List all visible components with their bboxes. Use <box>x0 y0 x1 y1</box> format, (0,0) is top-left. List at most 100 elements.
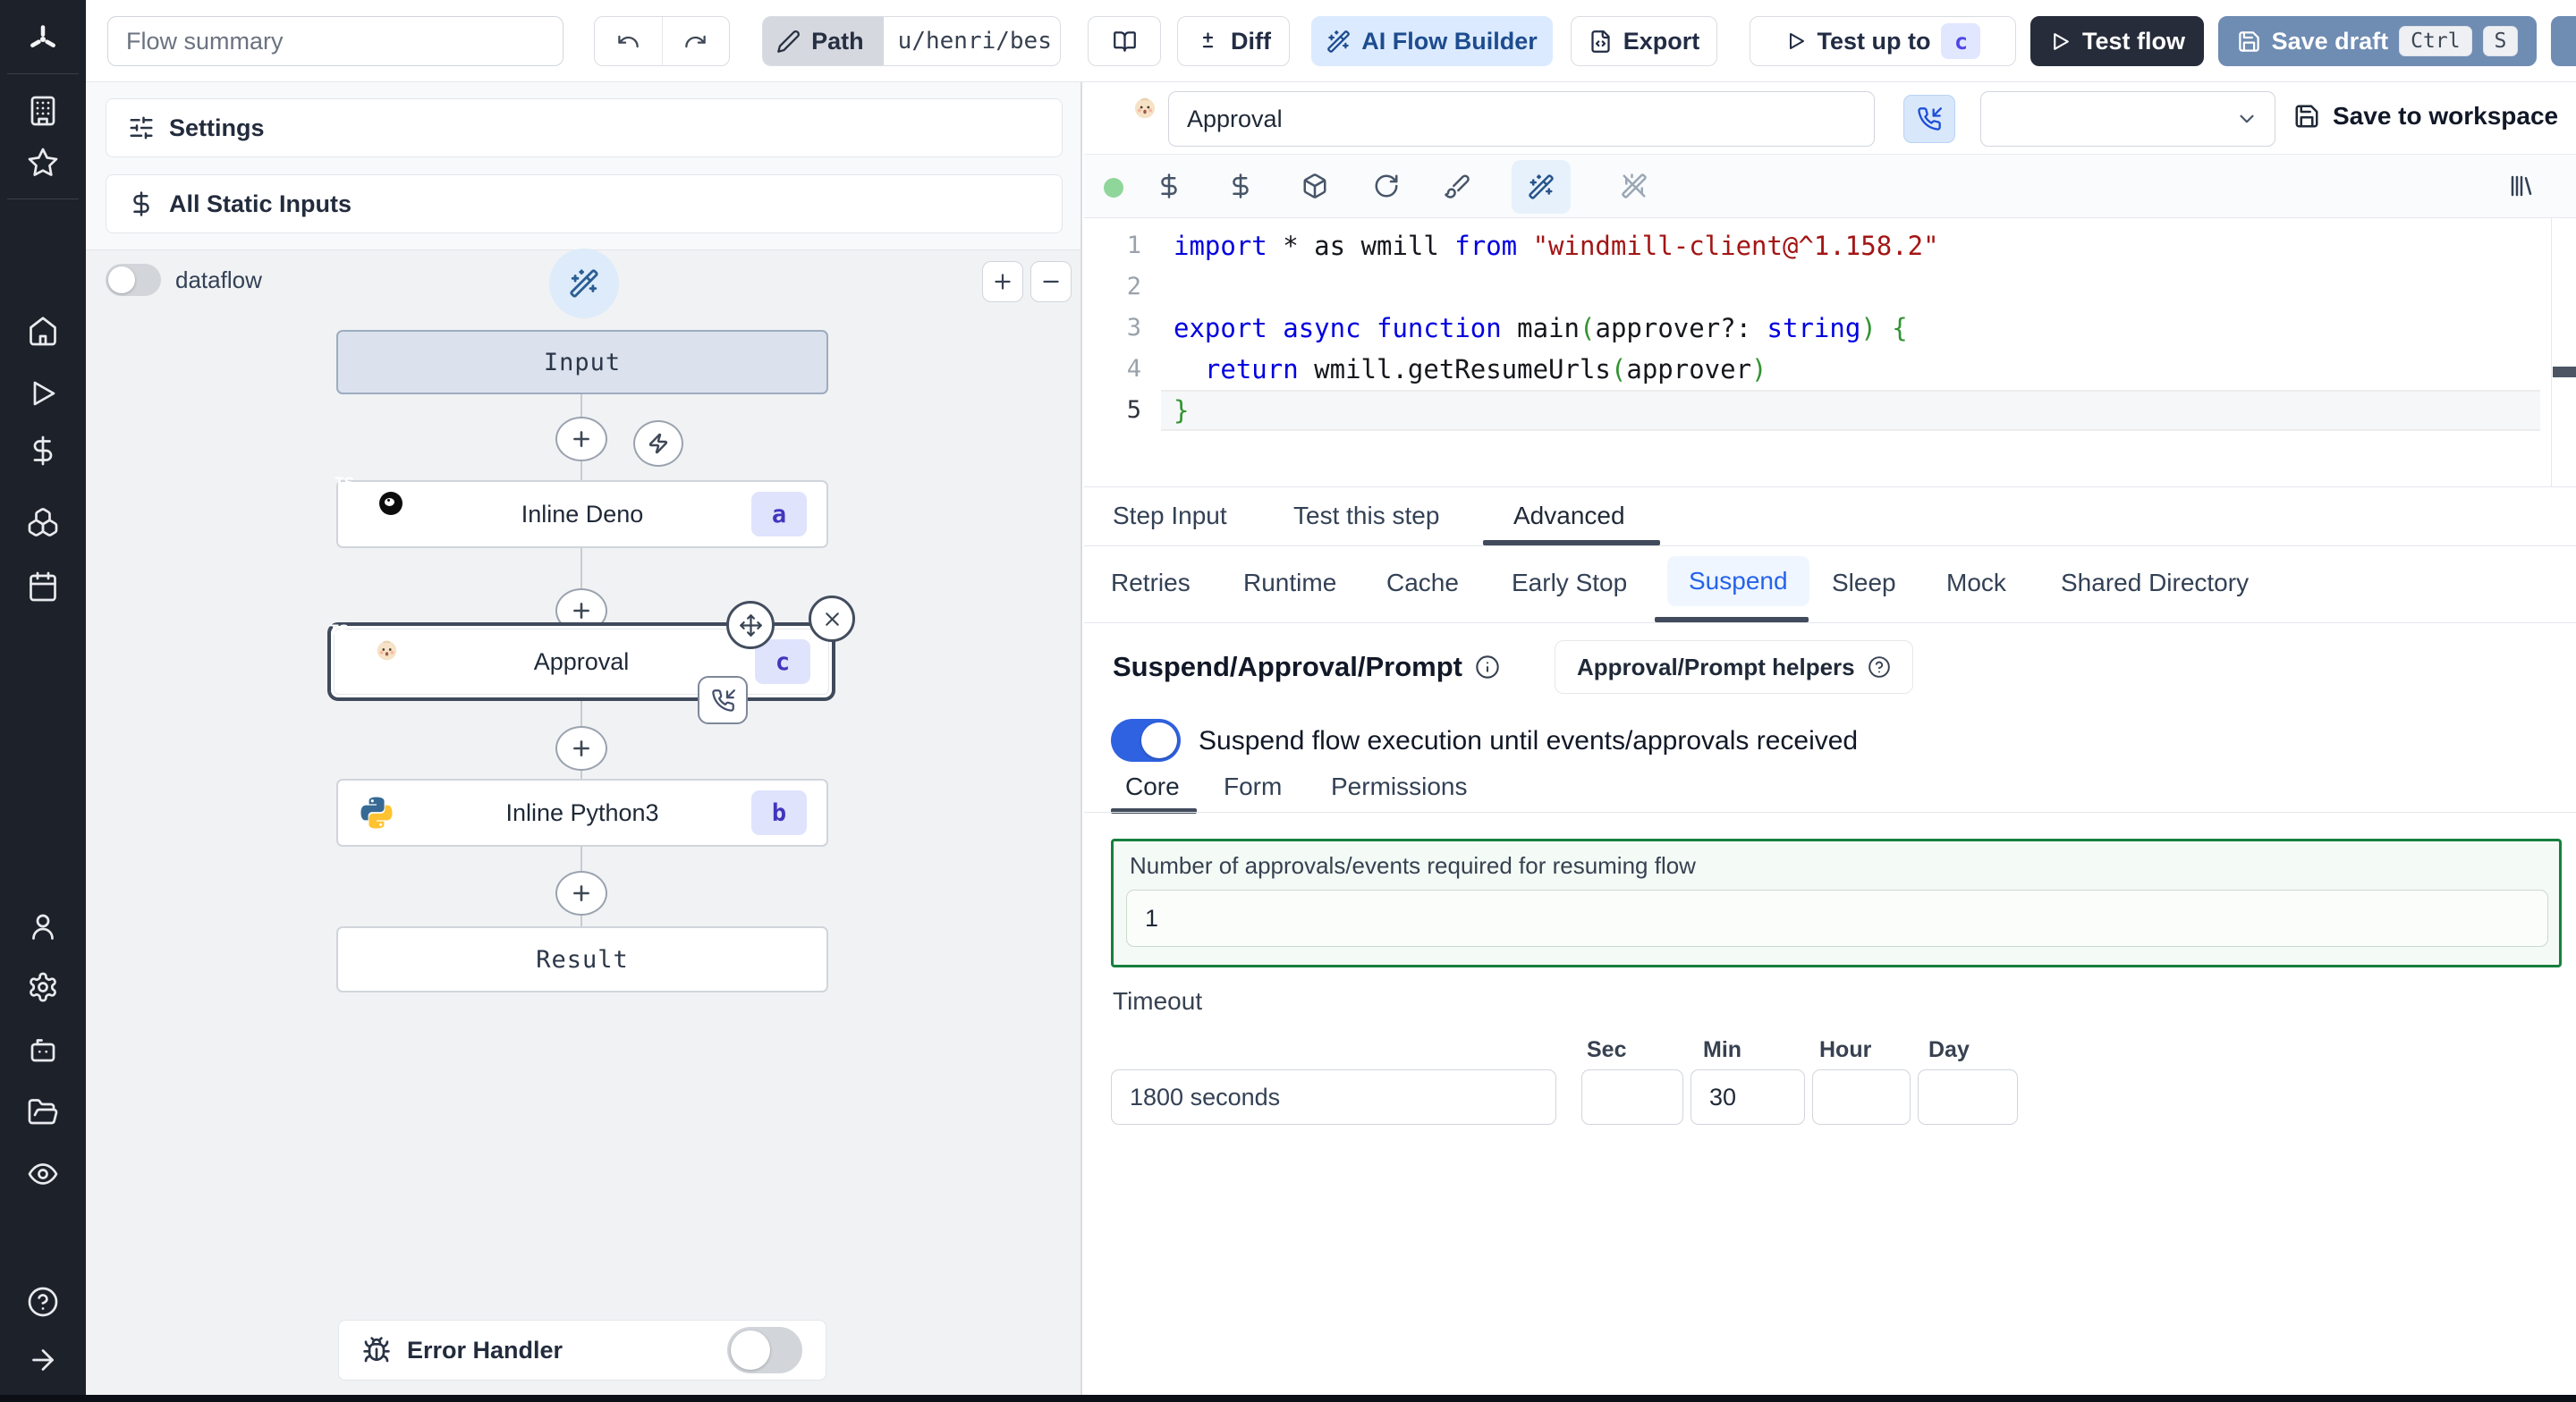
runs-icon[interactable] <box>27 377 59 410</box>
innertab-permissions[interactable]: Permissions <box>1331 773 1467 801</box>
flow-node-inline-python[interactable]: Inline Python3 b <box>336 779 828 847</box>
subtab-shared-directory[interactable]: Shared Directory <box>2061 569 2249 597</box>
expand-rail-icon[interactable] <box>27 1344 59 1376</box>
docs-button[interactable] <box>1088 16 1161 66</box>
schedules-icon[interactable] <box>27 570 59 603</box>
delete-node-button[interactable] <box>809 595 855 642</box>
flow-node-inline-deno[interactable]: Inline Deno a <box>336 480 828 548</box>
editor-overview-ruler <box>2551 218 2552 486</box>
reload-button[interactable] <box>1373 173 1400 199</box>
graph-ai-button[interactable] <box>549 249 619 318</box>
resources-icon[interactable] <box>27 506 59 538</box>
version-select[interactable] <box>1980 91 2275 147</box>
save-draft-button[interactable]: Save draft Ctrl S <box>2218 16 2537 66</box>
save-to-workspace-label: Save to workspace <box>2333 102 2559 130</box>
code-editor[interactable]: 1 import * as wmill from "windmill-client… <box>1084 218 2576 486</box>
hour-input[interactable] <box>1812 1069 1911 1125</box>
workers-icon[interactable] <box>27 1034 59 1066</box>
favorites-star-icon[interactable] <box>27 147 59 179</box>
settings-gear-icon[interactable] <box>27 971 59 1003</box>
subtab-cache[interactable]: Cache <box>1386 569 1459 597</box>
subtab-retries[interactable]: Retries <box>1111 569 1191 597</box>
code-line[interactable]: import * as wmill from "windmill-client@… <box>1174 225 1939 266</box>
tab-advanced-active[interactable]: Advanced <box>1513 502 1625 530</box>
suspend-toggle-on[interactable] <box>1111 719 1181 762</box>
folders-icon[interactable] <box>27 1096 59 1128</box>
flow-node-result[interactable]: Result <box>336 926 828 992</box>
save-to-workspace-button[interactable]: Save to workspace <box>2293 102 2558 131</box>
code-line[interactable]: export async function main(approver?: st… <box>1174 308 1908 349</box>
subtab-sleep[interactable]: Sleep <box>1832 569 1896 597</box>
variables-icon[interactable] <box>27 435 59 467</box>
add-step-button[interactable] <box>555 871 607 916</box>
undo-button[interactable] <box>595 17 663 65</box>
flow-node-input[interactable]: Input <box>336 330 828 394</box>
approval-typescript-icon <box>352 641 394 682</box>
error-handler-label: Error Handler <box>407 1336 564 1364</box>
flow-node-approval-selected[interactable]: Approval c <box>327 595 855 724</box>
day-input[interactable] <box>1918 1069 2018 1125</box>
code-line[interactable]: } <box>1174 390 1189 431</box>
subtab-runtime[interactable]: Runtime <box>1243 569 1336 597</box>
tab-test-this-step[interactable]: Test this step <box>1293 502 1439 530</box>
deploy-button-partial[interactable] <box>2551 16 2576 66</box>
path-button[interactable]: Path <box>763 17 884 65</box>
package-button[interactable] <box>1301 173 1328 199</box>
subtab-early-stop[interactable]: Early Stop <box>1512 569 1627 597</box>
audit-eye-icon[interactable] <box>27 1158 59 1190</box>
add-variable-button[interactable] <box>1156 173 1182 199</box>
save-icon <box>2237 30 2261 54</box>
step-name-input[interactable] <box>1168 91 1875 147</box>
all-static-inputs-button[interactable]: All Static Inputs <box>106 174 1063 233</box>
step-name: Approval <box>533 647 630 675</box>
innertab-core-active[interactable]: Core <box>1125 773 1180 801</box>
ai-disabled-button[interactable] <box>1621 173 1648 199</box>
wand-sparkles-icon <box>1528 173 1555 200</box>
workspace-icon[interactable] <box>27 95 59 127</box>
format-brush-button[interactable] <box>1444 173 1470 199</box>
subtab-mock[interactable]: Mock <box>1946 569 2006 597</box>
code-line[interactable]: return wmill.getResumeUrls(approver) <box>1174 349 1767 390</box>
step-detail-panel: Save to workspace 1 import * as wmill fro… <box>1084 82 2576 1397</box>
tab-step-input[interactable]: Step Input <box>1113 502 1227 530</box>
flow-summary-input[interactable] <box>107 16 564 66</box>
windmill-logo-icon[interactable] <box>27 23 59 55</box>
move-node-handle[interactable] <box>726 601 775 649</box>
approvals-count-input[interactable] <box>1126 890 2548 947</box>
error-handler-toggle[interactable] <box>727 1327 802 1373</box>
editor-scroll-mark[interactable] <box>2553 367 2576 377</box>
add-step-button[interactable] <box>555 726 607 771</box>
export-button[interactable]: Export <box>1571 16 1717 66</box>
ai-assistant-button-active[interactable] <box>1512 160 1571 214</box>
add-resource-button[interactable] <box>1227 173 1254 199</box>
dataflow-toggle[interactable] <box>106 264 161 296</box>
innertab-form[interactable]: Form <box>1224 773 1282 801</box>
home-icon[interactable] <box>27 315 59 347</box>
advanced-subtabs: Retries Runtime Cache Early Stop Suspend… <box>1084 545 2576 622</box>
timeout-summary-input[interactable] <box>1111 1069 1556 1125</box>
flow-settings-button[interactable]: Settings <box>106 98 1063 157</box>
info-icon[interactable] <box>1475 655 1500 680</box>
add-step-button[interactable] <box>555 417 607 461</box>
sec-input[interactable] <box>1581 1069 1683 1125</box>
suspend-phone-toggle-button[interactable] <box>1903 95 1955 143</box>
suspend-toggle-label: Suspend flow execution until events/appr… <box>1199 726 1859 756</box>
zoom-out-button[interactable] <box>1030 261 1072 302</box>
subtab-suspend-active[interactable]: Suspend <box>1667 556 1809 606</box>
approval-prompt-helpers-button[interactable]: Approval/Prompt helpers <box>1555 640 1913 694</box>
user-icon[interactable] <box>27 910 59 942</box>
day-input-wrap <box>1918 1069 2018 1125</box>
library-button[interactable] <box>2508 173 2535 199</box>
error-handler-card[interactable]: Error Handler <box>338 1320 826 1381</box>
test-up-to-button[interactable]: Test up to c <box>1750 16 2016 66</box>
diff-button[interactable]: Diff <box>1177 16 1290 66</box>
help-icon[interactable] <box>27 1286 59 1318</box>
redo-button[interactable] <box>663 17 730 65</box>
zoom-in-button[interactable] <box>982 261 1023 302</box>
min-input[interactable] <box>1690 1069 1805 1125</box>
ai-flow-builder-button[interactable]: AI Flow Builder <box>1311 16 1553 66</box>
test-flow-button[interactable]: Test flow <box>2030 16 2204 66</box>
trigger-zap-button[interactable] <box>633 420 683 467</box>
path-value[interactable]: u/henri/bes <box>884 28 1060 55</box>
save-icon <box>2293 103 2320 130</box>
